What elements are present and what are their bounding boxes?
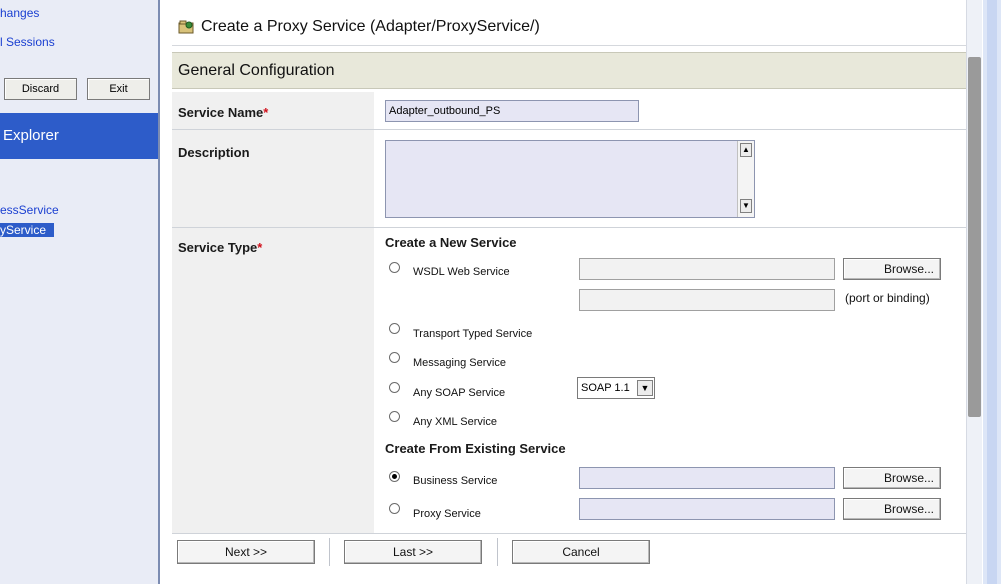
business-service-label: Business Service: [413, 475, 498, 487]
next-button[interactable]: Next >>: [177, 540, 315, 564]
wsdl-web-service-label: WSDL Web Service: [413, 266, 510, 278]
scrollbar-thumb[interactable]: [968, 57, 981, 417]
messaging-service-label: Messaging Service: [413, 357, 506, 369]
last-button[interactable]: Last >>: [344, 540, 482, 564]
soap-version-select[interactable]: SOAP 1.1 ▼: [577, 377, 655, 399]
any-soap-service-radio[interactable]: [389, 382, 400, 393]
transport-typed-service-radio[interactable]: [389, 323, 400, 334]
scroll-down-icon[interactable]: ▼: [740, 199, 752, 213]
right-frame-edge: [983, 0, 1001, 584]
row-divider: [172, 129, 967, 130]
chevron-down-icon[interactable]: ▼: [637, 380, 653, 396]
row-divider: [172, 227, 967, 228]
general-configuration-header: General Configuration: [172, 52, 967, 89]
any-xml-service-label: Any XML Service: [413, 416, 497, 428]
create-from-existing-heading: Create From Existing Service: [385, 441, 566, 456]
wsdl-web-service-radio[interactable]: [389, 262, 400, 273]
proxy-service-icon: [178, 20, 194, 34]
wsdl-input[interactable]: [579, 258, 835, 280]
right-frame-bar: [987, 0, 997, 584]
any-soap-service-label: Any SOAP Service: [413, 387, 506, 399]
business-service-radio[interactable]: [389, 471, 400, 482]
cancel-button[interactable]: Cancel: [512, 540, 650, 564]
exit-button[interactable]: Exit: [87, 78, 150, 100]
service-type-label: Service Type*: [178, 240, 263, 255]
transport-typed-service-label: Transport Typed Service: [413, 328, 533, 340]
port-binding-input[interactable]: [579, 289, 835, 311]
business-service-browse-button[interactable]: Browse...: [843, 467, 941, 489]
service-name-input[interactable]: Adapter_outbound_PS: [385, 100, 639, 122]
tree-item-business-service[interactable]: essService: [0, 203, 59, 217]
discard-button[interactable]: Discard: [4, 78, 77, 100]
tree-item-proxy-service[interactable]: yService: [0, 223, 55, 237]
proxy-service-input[interactable]: [579, 498, 835, 520]
description-scrollbar[interactable]: ▲ ▼: [737, 141, 754, 217]
sessions-link[interactable]: l Sessions: [0, 35, 55, 49]
business-service-input[interactable]: [579, 467, 835, 489]
description-label: Description: [178, 145, 250, 160]
page-title: Create a Proxy Service (Adapter/ProxySer…: [201, 18, 540, 35]
wsdl-browse-button[interactable]: Browse...: [843, 258, 941, 280]
proxy-service-radio[interactable]: [389, 503, 400, 514]
footer-separator: [497, 538, 498, 566]
soap-version-value: SOAP 1.1: [581, 382, 630, 394]
service-name-label: Service Name*: [178, 105, 269, 120]
explorer-header: Explorer: [0, 113, 158, 159]
left-sidebar: hanges l Sessions Discard Exit Explorer …: [0, 0, 158, 584]
view-changes-link[interactable]: hanges: [0, 6, 39, 20]
any-xml-service-radio[interactable]: [389, 411, 400, 422]
create-new-service-heading: Create a New Service: [385, 235, 517, 250]
proxy-service-label: Proxy Service: [413, 508, 481, 520]
description-textarea[interactable]: ▲ ▼: [385, 140, 755, 218]
page-header: Create a Proxy Service (Adapter/ProxySer…: [172, 8, 967, 46]
port-binding-note: (port or binding): [845, 291, 930, 305]
section-title: General Configuration: [178, 62, 335, 79]
scroll-up-icon[interactable]: ▲: [740, 143, 752, 157]
page-scrollbar[interactable]: [966, 0, 982, 584]
footer-separator: [329, 538, 330, 566]
messaging-service-radio[interactable]: [389, 352, 400, 363]
proxy-service-browse-button[interactable]: Browse...: [843, 498, 941, 520]
